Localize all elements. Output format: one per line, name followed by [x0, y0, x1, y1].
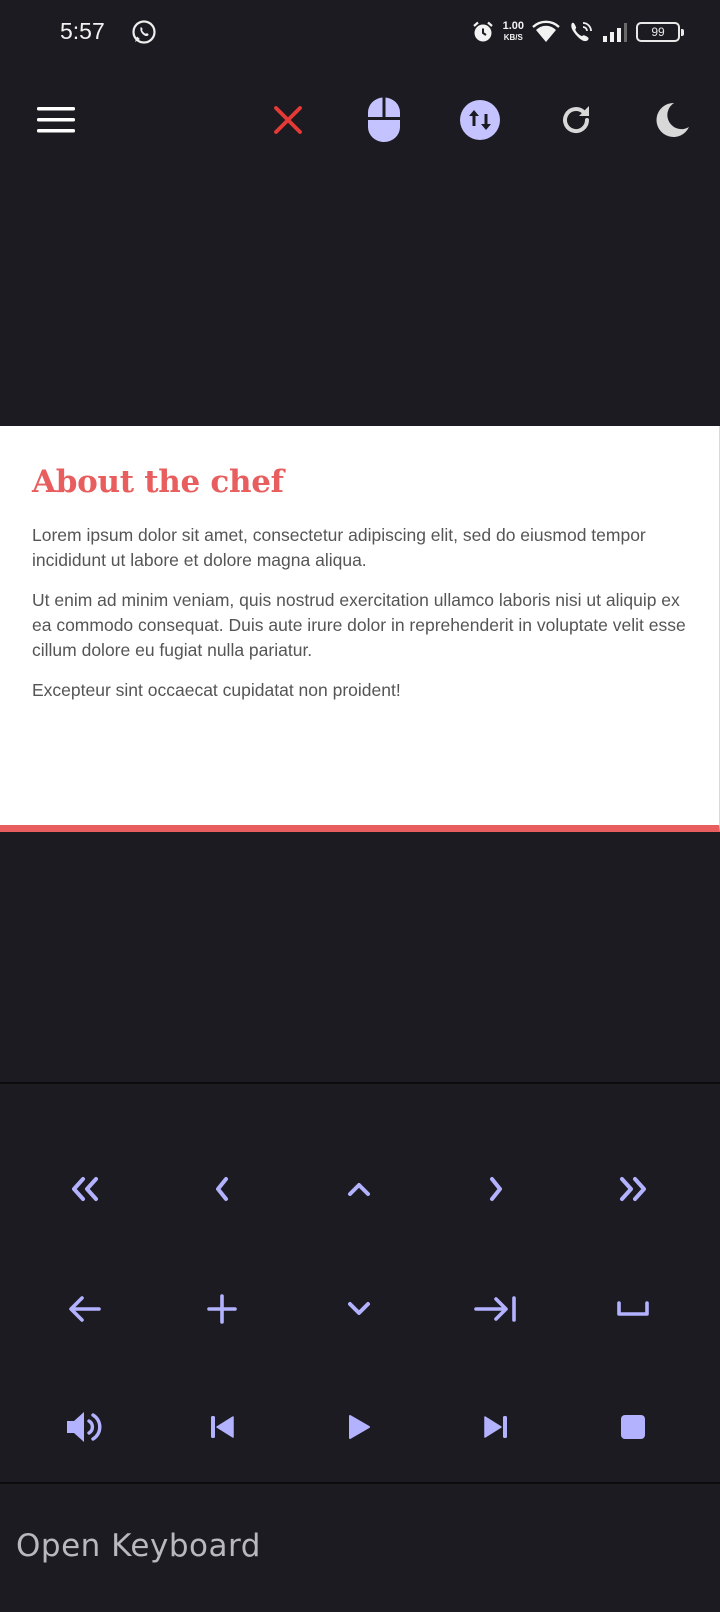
- control-keypad: [0, 1086, 720, 1482]
- refresh-button[interactable]: [552, 96, 600, 144]
- menu-button[interactable]: [32, 96, 80, 144]
- card-title: About the chef: [32, 464, 284, 500]
- dark-mode-button[interactable]: [648, 96, 696, 144]
- content-card: About the chef Lorem ipsum dolor sit ame…: [0, 426, 720, 832]
- mouse-mode-button[interactable]: [360, 96, 408, 144]
- chevron-right-icon: [490, 1177, 502, 1201]
- card-paragraph-1: Lorem ipsum dolor sit amet, consectetur …: [32, 525, 646, 570]
- dark-mode-icon: [656, 102, 689, 137]
- wifi-call-icon: [571, 22, 592, 42]
- key-next[interactable]: [466, 1397, 526, 1457]
- plus-icon: [207, 1294, 237, 1324]
- double-chevron-left-icon: [72, 1177, 98, 1201]
- keypad-bottom-divider: [0, 1482, 720, 1484]
- double-chevron-right-icon: [620, 1177, 646, 1201]
- key-right[interactable]: [466, 1159, 526, 1219]
- skip-next-icon: [484, 1416, 507, 1438]
- key-tab[interactable]: [466, 1279, 526, 1339]
- key-space[interactable]: [603, 1279, 663, 1339]
- top-toolbar: [0, 80, 720, 160]
- key-up[interactable]: [329, 1159, 389, 1219]
- key-stop[interactable]: [603, 1397, 663, 1457]
- key-left[interactable]: [192, 1159, 252, 1219]
- key-end[interactable]: [603, 1159, 663, 1219]
- key-backspace[interactable]: [55, 1279, 115, 1339]
- whatsapp-icon: [130, 18, 158, 46]
- card-paragraph-3: Excepteur sint occaecat cupidatat non pr…: [32, 680, 401, 700]
- key-previous[interactable]: [192, 1397, 252, 1457]
- wifi-icon: [532, 20, 560, 42]
- scroll-toggle-icon: [460, 100, 500, 140]
- scroll-toggle-button[interactable]: [456, 96, 504, 144]
- key-play[interactable]: [329, 1397, 389, 1457]
- open-keyboard-button[interactable]: Open Keyboard: [16, 1528, 261, 1564]
- stop-icon: [621, 1415, 645, 1439]
- skip-previous-icon: [211, 1416, 234, 1438]
- status-bar: 5:57 1.00 KB/S 99: [0, 0, 720, 64]
- close-button[interactable]: [264, 96, 312, 144]
- menu-icon: [37, 107, 75, 133]
- signal-icon: [603, 23, 627, 42]
- key-down[interactable]: [329, 1279, 389, 1339]
- status-time: 5:57: [60, 18, 105, 44]
- tab-icon: [474, 1296, 516, 1322]
- refresh-icon: [563, 106, 590, 134]
- key-home[interactable]: [55, 1159, 115, 1219]
- key-volume[interactable]: [55, 1397, 115, 1457]
- keypad-top-divider: [0, 1082, 720, 1084]
- battery-icon: 99: [636, 22, 684, 42]
- mouse-icon: [368, 97, 400, 142]
- chevron-down-icon: [348, 1302, 370, 1315]
- space-icon: [617, 1301, 649, 1316]
- close-icon: [274, 106, 302, 134]
- volume-icon: [67, 1412, 102, 1442]
- net-speed: 1.00 KB/S: [502, 20, 524, 43]
- chevron-left-icon: [216, 1177, 228, 1201]
- chevron-up-icon: [348, 1183, 370, 1196]
- arrow-left-icon: [69, 1296, 101, 1322]
- card-paragraph-2: Ut enim ad minim veniam, quis nostrud ex…: [32, 590, 686, 660]
- alarm-icon: [472, 21, 493, 42]
- key-plus[interactable]: [192, 1279, 252, 1339]
- status-icons: 1.00 KB/S 99: [471, 16, 684, 48]
- play-icon: [349, 1415, 370, 1439]
